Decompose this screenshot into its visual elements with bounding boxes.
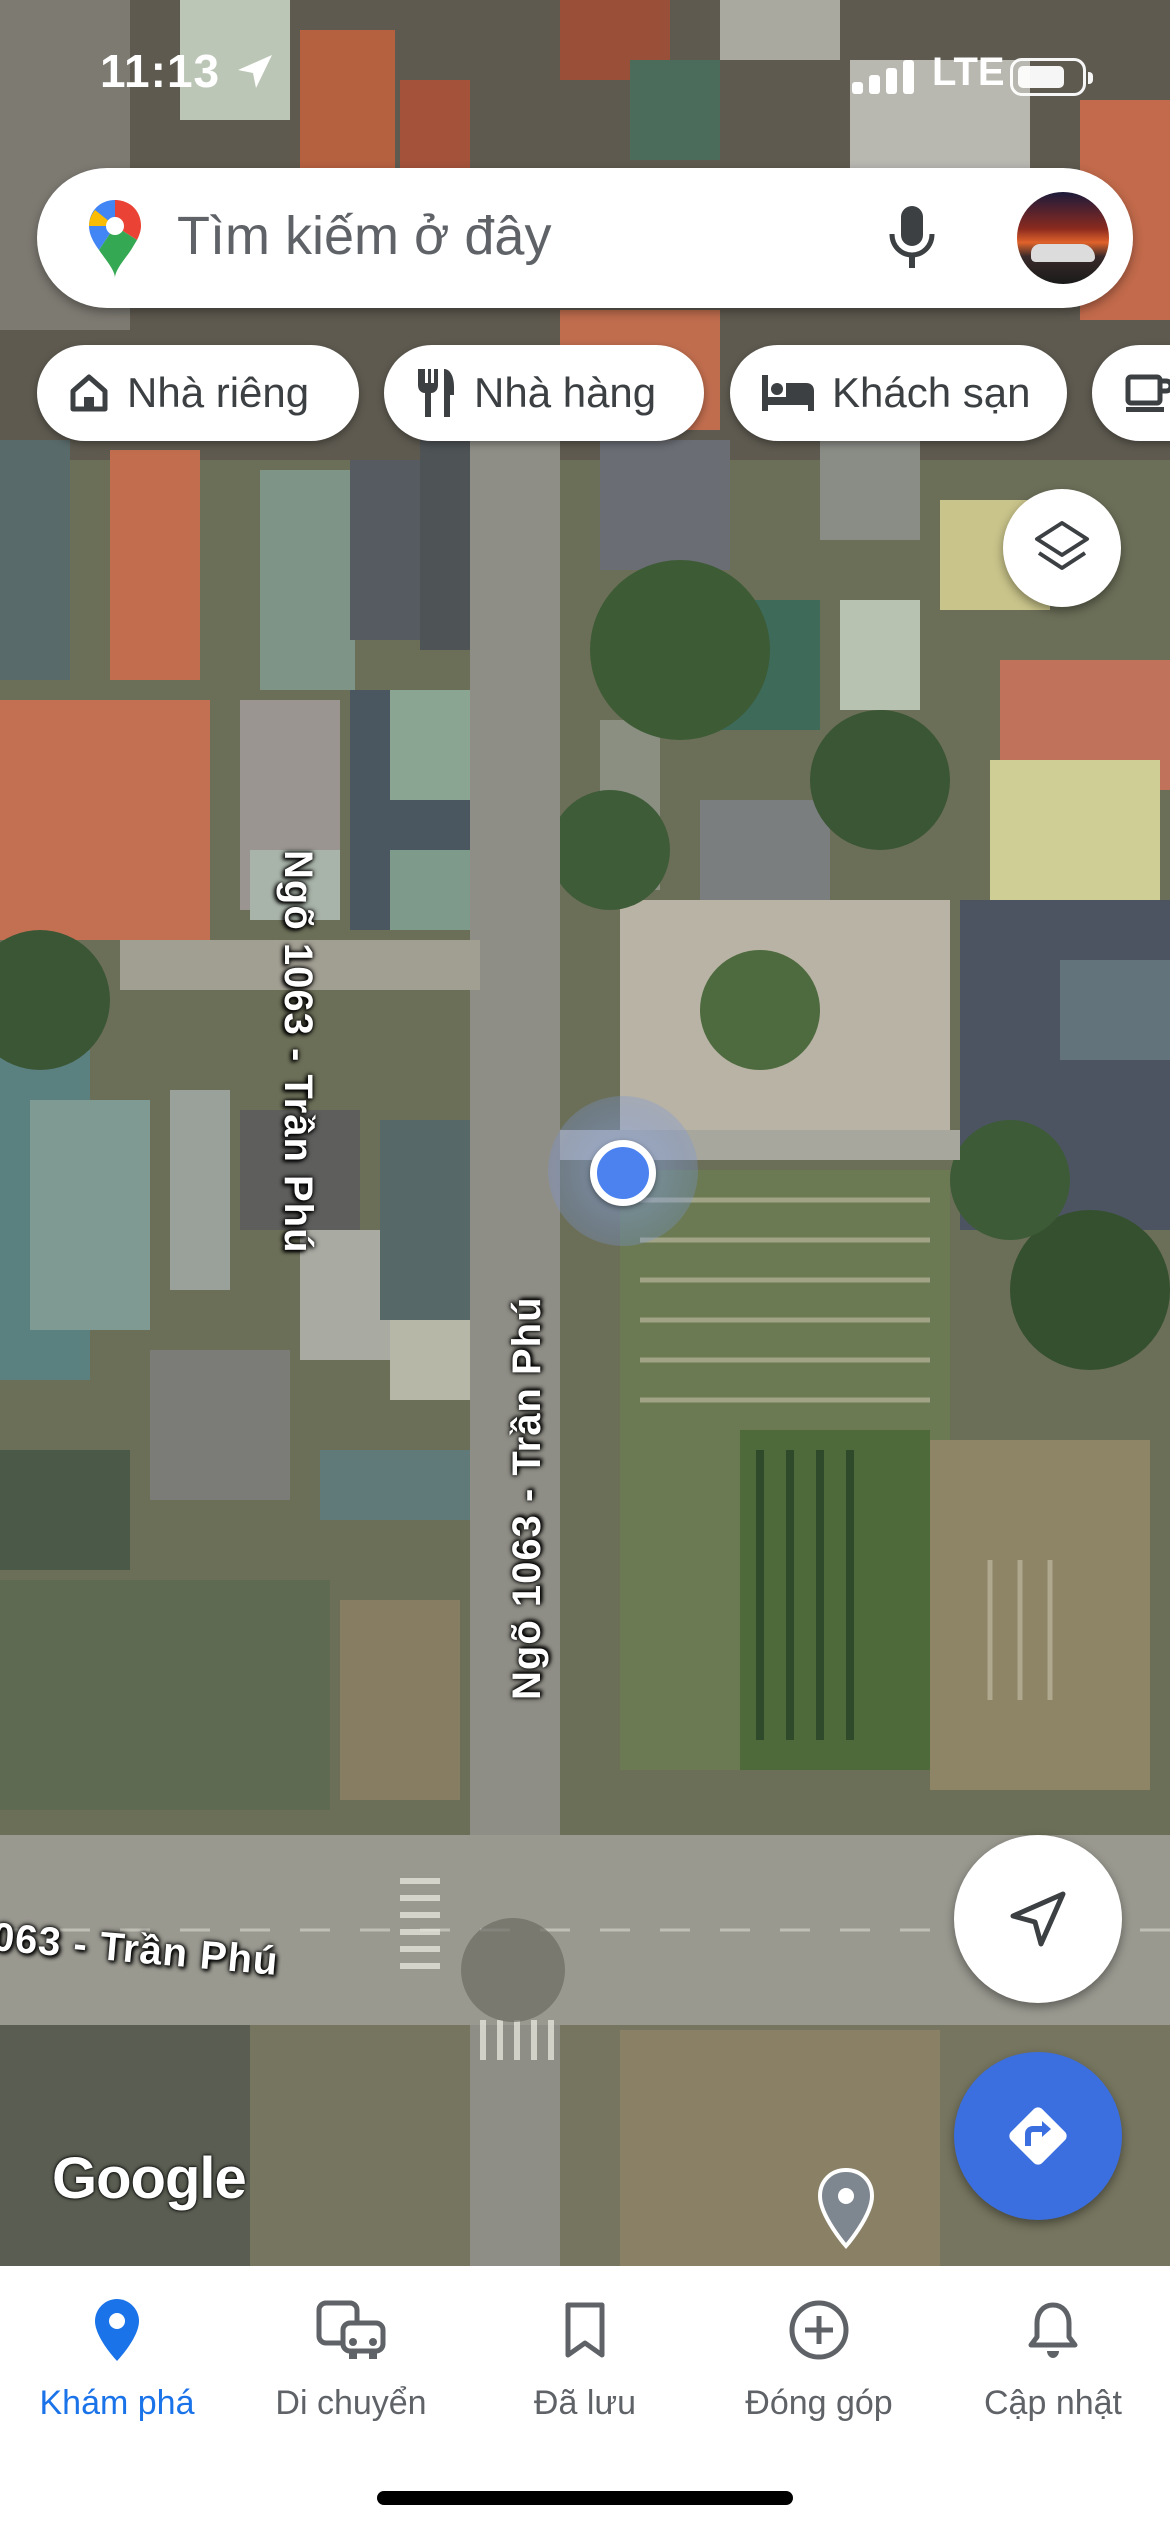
directions-button[interactable] — [954, 2052, 1122, 2220]
nav-contribute-label: Đóng góp — [745, 2384, 893, 2422]
status-time: 11:13 — [100, 45, 221, 97]
nav-updates[interactable]: Cập nhật — [936, 2294, 1170, 2423]
layers-icon — [1035, 521, 1089, 570]
location-arrow-icon — [238, 55, 272, 88]
nav-updates-label: Cập nhật — [984, 2384, 1122, 2422]
status-bar: 11:13 LTE — [0, 0, 1170, 150]
add-circle-icon — [789, 2300, 849, 2360]
chip-home[interactable]: Nhà riêng — [37, 345, 359, 441]
recenter-button[interactable] — [954, 1835, 1122, 2003]
battery-icon — [1010, 58, 1093, 96]
road-label-middle: Ngõ 1063 - Trần Phú — [505, 1296, 549, 1700]
search-bar[interactable]: Tìm kiếm ở đây — [37, 168, 1133, 308]
layers-button[interactable] — [1003, 489, 1121, 607]
navigation-arrow-icon — [1010, 1891, 1066, 1947]
chip-restaurants[interactable]: Nhà hàng — [384, 345, 704, 441]
nav-commute-label: Di chuyển — [275, 2384, 427, 2422]
search-input[interactable]: Tìm kiếm ở đây — [177, 205, 551, 267]
chip-home-label: Nhà riêng — [127, 369, 310, 416]
restaurant-icon — [418, 369, 454, 417]
bell-icon — [1028, 2302, 1078, 2358]
home-icon — [70, 374, 108, 412]
bookmark-icon — [565, 2302, 605, 2358]
chip-hotels-label: Khách sạn — [832, 369, 1031, 416]
nav-explore-label: Khám phá — [39, 2384, 195, 2422]
commute-icon — [316, 2300, 386, 2359]
screen: Ngõ 1063 - Trần Phú Ngõ 1063 - Trần Phú … — [0, 0, 1170, 2532]
coffee-icon — [1125, 374, 1170, 412]
microphone-icon[interactable] — [887, 204, 937, 272]
hotel-icon — [762, 375, 814, 411]
network-type: LTE — [932, 50, 1005, 94]
my-location-dot[interactable] — [590, 1140, 656, 1206]
user-avatar[interactable] — [1017, 192, 1109, 284]
google-attribution: Google — [52, 2146, 247, 2211]
place-pin-icon[interactable] — [816, 2168, 876, 2250]
road-label-upper: Ngõ 1063 - Trần Phú — [276, 850, 320, 1254]
nav-contribute[interactable]: Đóng góp — [702, 2294, 936, 2423]
explore-pin-icon — [95, 2299, 139, 2361]
chip-restaurants-label: Nhà hàng — [474, 369, 657, 416]
google-maps-logo-icon — [89, 200, 141, 278]
nav-saved-label: Đã lưu — [533, 2384, 637, 2422]
nav-saved[interactable]: Đã lưu — [468, 2294, 702, 2423]
nav-explore[interactable]: Khám phá — [0, 2294, 234, 2423]
nav-commute[interactable]: Di chuyển — [234, 2294, 468, 2423]
cellular-signal-icon — [852, 60, 914, 94]
directions-icon — [1009, 2107, 1067, 2165]
chip-hotels[interactable]: Khách sạn — [730, 345, 1067, 441]
home-indicator[interactable] — [377, 2491, 793, 2505]
